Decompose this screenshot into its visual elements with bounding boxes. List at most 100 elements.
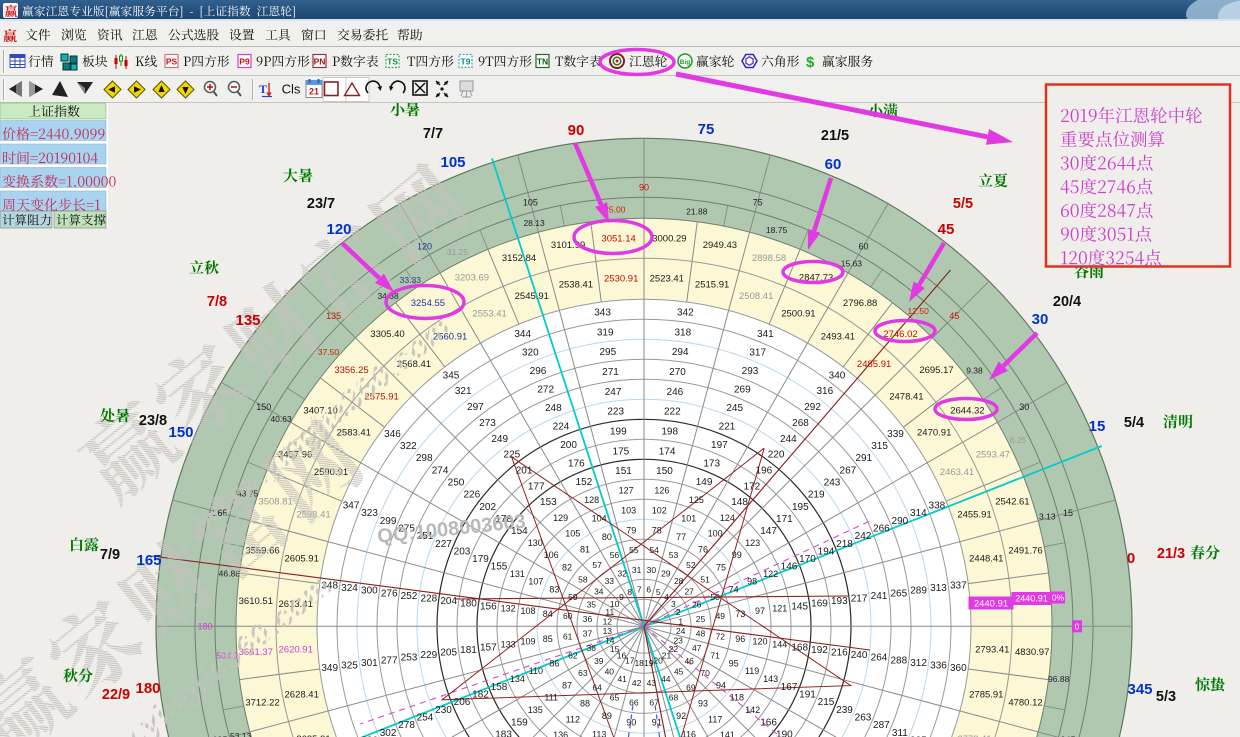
svg-text:0%: 0%	[1052, 593, 1065, 603]
svg-text:130: 130	[528, 538, 543, 548]
svg-text:269: 269	[734, 384, 751, 395]
svg-text:2478.41: 2478.41	[889, 392, 923, 403]
svg-text:4: 4	[664, 592, 669, 602]
svg-text:6.25: 6.25	[1010, 435, 1027, 445]
svg-text:53: 53	[669, 550, 679, 560]
svg-text:169: 169	[811, 599, 828, 610]
svg-text:296: 296	[530, 366, 547, 377]
svg-text:70: 70	[700, 668, 710, 678]
svg-text:2500.91: 2500.91	[781, 309, 815, 320]
svg-text:2530.91: 2530.91	[604, 273, 638, 284]
svg-text:9.38: 9.38	[966, 365, 983, 375]
svg-text:45: 45	[674, 667, 684, 677]
svg-text:204: 204	[440, 596, 457, 607]
svg-text:150: 150	[168, 424, 193, 441]
svg-text:49: 49	[716, 611, 726, 621]
svg-text:315: 315	[871, 441, 888, 452]
svg-text:242: 242	[855, 531, 872, 542]
svg-text:92: 92	[676, 711, 686, 721]
svg-text:96.88: 96.88	[1048, 674, 1070, 684]
svg-text:339: 339	[887, 429, 904, 440]
svg-text:217: 217	[851, 594, 868, 605]
svg-text:80: 80	[602, 532, 612, 542]
svg-text:57: 57	[592, 560, 602, 570]
svg-text:116: 116	[682, 730, 696, 737]
svg-text:50: 50	[710, 592, 720, 602]
svg-text:229: 229	[421, 650, 438, 661]
svg-text:103: 103	[621, 506, 636, 516]
svg-text:120: 120	[326, 221, 351, 238]
svg-text:127: 127	[619, 486, 634, 496]
svg-text:85: 85	[543, 634, 553, 644]
svg-text:66: 66	[629, 698, 639, 708]
svg-text:175: 175	[613, 446, 630, 457]
svg-text:96: 96	[735, 634, 745, 644]
svg-text:90: 90	[568, 122, 585, 139]
svg-text:136: 136	[553, 730, 568, 737]
svg-text:55: 55	[629, 545, 639, 555]
svg-text:7/7: 7/7	[423, 126, 443, 142]
svg-text:75: 75	[753, 198, 763, 208]
svg-text:97: 97	[755, 606, 765, 616]
svg-text:112: 112	[566, 714, 580, 724]
svg-text:243: 243	[824, 478, 841, 489]
svg-text:12: 12	[603, 616, 613, 626]
svg-text:147: 147	[760, 526, 777, 537]
svg-text:54: 54	[649, 545, 659, 555]
svg-text:2593.47: 2593.47	[976, 450, 1010, 461]
svg-text:64: 64	[592, 682, 602, 692]
svg-text:98: 98	[747, 577, 757, 587]
svg-text:267: 267	[840, 465, 857, 476]
svg-text:113: 113	[592, 730, 606, 737]
svg-text:2785.91: 2785.91	[969, 690, 1003, 701]
svg-text:86: 86	[549, 659, 559, 669]
svg-text:21.88: 21.88	[686, 207, 708, 217]
svg-text:302: 302	[380, 728, 397, 737]
svg-text:172: 172	[743, 481, 760, 492]
svg-text:190: 190	[776, 730, 793, 737]
svg-text:290: 290	[892, 516, 909, 527]
svg-text:349: 349	[321, 663, 338, 674]
svg-text:321: 321	[455, 386, 472, 397]
svg-text:37.50: 37.50	[318, 347, 340, 357]
svg-text:167: 167	[781, 682, 798, 693]
svg-text:180: 180	[197, 622, 212, 632]
svg-text:60: 60	[825, 156, 842, 173]
svg-text:2470.91: 2470.91	[917, 428, 951, 439]
svg-text:179: 179	[472, 554, 489, 565]
svg-text:323: 323	[361, 508, 378, 519]
svg-text:174: 174	[659, 446, 676, 457]
svg-text:324: 324	[341, 583, 358, 594]
svg-text:135: 135	[326, 311, 341, 321]
svg-text:2485.91: 2485.91	[857, 359, 891, 370]
svg-text:265: 265	[890, 588, 907, 599]
svg-text:277: 277	[381, 655, 398, 666]
svg-text:7/8: 7/8	[207, 294, 227, 310]
svg-text:53.13: 53.13	[230, 731, 252, 737]
svg-text:2898.58: 2898.58	[752, 253, 786, 264]
svg-text:276: 276	[381, 588, 398, 599]
svg-text:9: 9	[619, 592, 624, 602]
svg-text:219: 219	[808, 490, 825, 501]
svg-text:7: 7	[637, 585, 642, 595]
svg-text:75: 75	[698, 121, 715, 138]
svg-text:176: 176	[568, 458, 585, 469]
svg-text:3203.69: 3203.69	[455, 273, 489, 284]
svg-text:T9: T9	[461, 57, 471, 67]
svg-text:41: 41	[617, 674, 627, 684]
svg-text:2542.61: 2542.61	[995, 497, 1029, 508]
svg-text:157: 157	[480, 642, 497, 653]
svg-text:338: 338	[929, 501, 946, 512]
svg-text:288: 288	[890, 655, 907, 666]
svg-text:134: 134	[510, 674, 525, 684]
svg-text:199: 199	[610, 427, 627, 438]
svg-text:2493.41: 2493.41	[821, 331, 855, 342]
svg-text:23/8: 23/8	[139, 413, 167, 429]
svg-text:28: 28	[674, 576, 684, 586]
svg-text:69: 69	[686, 682, 696, 692]
svg-text:343: 343	[594, 308, 611, 319]
svg-text:30: 30	[1032, 311, 1049, 328]
svg-text:3712.22: 3712.22	[245, 698, 279, 709]
svg-text:33: 33	[605, 576, 615, 586]
svg-text:71: 71	[710, 651, 720, 661]
